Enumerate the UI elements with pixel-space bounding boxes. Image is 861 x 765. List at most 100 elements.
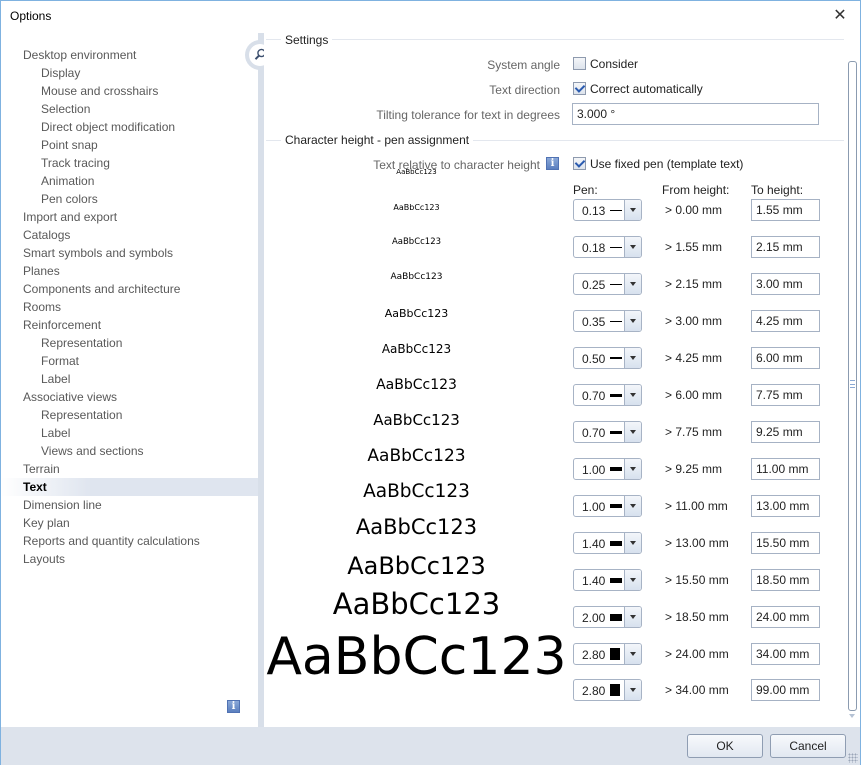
sidebar-item[interactable]: Desktop environment <box>23 46 136 64</box>
sidebar-item[interactable]: Text <box>1 478 258 496</box>
consider-checkbox[interactable] <box>573 57 586 70</box>
chevron-down-icon[interactable] <box>624 311 641 331</box>
pen-thickness-swatch <box>610 393 622 397</box>
scroll-down-arrow[interactable] <box>849 714 855 718</box>
info-icon[interactable]: i <box>227 700 240 713</box>
tilting-tolerance-label: Tilting tolerance for text in degrees <box>376 108 560 122</box>
to-height-input[interactable]: 4.25 mm <box>751 310 820 332</box>
sidebar-item[interactable]: Components and architecture <box>23 280 180 298</box>
sidebar-item[interactable]: Import and export <box>23 208 117 226</box>
to-height-input[interactable]: 6.00 mm <box>751 347 820 369</box>
resize-grip[interactable] <box>848 753 858 763</box>
sidebar-item[interactable]: Representation <box>41 334 122 352</box>
use-fixed-pen-checkbox[interactable] <box>573 157 586 170</box>
sidebar-item[interactable]: Key plan <box>23 514 70 532</box>
consider-label[interactable]: Consider <box>590 57 638 71</box>
to-height-input[interactable]: 18.50 mm <box>751 569 820 591</box>
to-height-input[interactable]: 34.00 mm <box>751 643 820 665</box>
correct-automatically-label[interactable]: Correct automatically <box>590 82 703 96</box>
cancel-button[interactable]: Cancel <box>770 734 846 758</box>
scrollbar-thumb[interactable] <box>848 61 857 711</box>
chevron-down-icon[interactable] <box>624 459 641 479</box>
to-height-input[interactable]: 3.00 mm <box>751 273 820 295</box>
pen-dropdown[interactable]: 2.00 <box>573 606 642 628</box>
to-height-input[interactable]: 15.50 mm <box>751 532 820 554</box>
use-fixed-pen-label[interactable]: Use fixed pen (template text) <box>590 157 743 171</box>
chevron-down-icon[interactable] <box>624 644 641 664</box>
sidebar-item[interactable]: Point snap <box>41 136 98 154</box>
pen-value: 1.00 <box>582 463 606 477</box>
pen-dropdown[interactable]: 1.40 <box>573 532 642 554</box>
title-bar: Options ✕ <box>1 1 860 33</box>
sidebar-item[interactable]: Associative views <box>23 388 117 406</box>
sidebar-item[interactable]: Mouse and crosshairs <box>41 82 158 100</box>
pen-thickness-swatch <box>610 357 622 359</box>
character-height-sample: AaBbCc123 <box>367 445 466 466</box>
sidebar-item[interactable]: Display <box>41 64 80 82</box>
sidebar-item[interactable]: Views and sections <box>41 442 144 460</box>
sidebar-item[interactable]: Layouts <box>23 550 65 568</box>
sidebar-item[interactable]: Rooms <box>23 298 61 316</box>
pen-dropdown[interactable]: 0.35 <box>573 310 642 332</box>
from-height-value: > 6.00 mm <box>665 388 723 402</box>
character-height-sample: AaBbCc123 <box>376 377 457 394</box>
chevron-down-icon[interactable] <box>624 422 641 442</box>
pen-dropdown[interactable]: 0.50 <box>573 347 642 369</box>
from-height-value: > 18.50 mm <box>665 610 729 624</box>
sidebar-item[interactable]: Catalogs <box>23 226 70 244</box>
chevron-down-icon[interactable] <box>624 570 641 590</box>
sidebar-item[interactable]: Pen colors <box>41 190 98 208</box>
sidebar-item[interactable]: Reinforcement <box>23 316 101 334</box>
vertical-scrollbar[interactable] <box>846 61 859 721</box>
sidebar-item[interactable]: Format <box>41 352 79 370</box>
to-height-input[interactable]: 99.00 mm <box>751 679 820 701</box>
chevron-down-icon[interactable] <box>624 237 641 257</box>
pen-dropdown[interactable]: 0.13 <box>573 199 642 221</box>
sidebar-item[interactable]: Dimension line <box>23 496 102 514</box>
sidebar-item[interactable]: Representation <box>41 406 122 424</box>
pen-dropdown[interactable]: 1.40 <box>573 569 642 591</box>
pen-dropdown[interactable]: 0.70 <box>573 421 642 443</box>
pen-dropdown[interactable]: 0.25 <box>573 273 642 295</box>
pen-dropdown[interactable]: 2.80 <box>573 643 642 665</box>
chevron-down-icon[interactable] <box>624 200 641 220</box>
correct-automatically-checkbox[interactable] <box>573 82 586 95</box>
tilting-tolerance-input[interactable]: 3.000 ° <box>572 103 819 125</box>
chevron-down-icon[interactable] <box>624 348 641 368</box>
from-height-value: > 13.00 mm <box>665 536 729 550</box>
sidebar-item[interactable]: Direct object modification <box>41 118 175 136</box>
chevron-down-icon[interactable] <box>624 496 641 516</box>
pen-dropdown[interactable]: 1.00 <box>573 458 642 480</box>
sidebar-item[interactable]: Track tracing <box>41 154 110 172</box>
to-height-input[interactable]: 9.25 mm <box>751 421 820 443</box>
to-height-input[interactable]: 2.15 mm <box>751 236 820 258</box>
pen-dropdown[interactable]: 0.70 <box>573 384 642 406</box>
to-height-column-header: To height: <box>751 183 804 197</box>
options-tree: i Desktop environment Display Mouse and cr… <box>1 33 258 727</box>
sidebar-item[interactable]: Smart symbols and symbols <box>23 244 173 262</box>
to-height-input[interactable]: 7.75 mm <box>751 384 820 406</box>
info-icon[interactable]: i <box>546 157 559 170</box>
chevron-down-icon[interactable] <box>624 274 641 294</box>
pen-dropdown[interactable]: 1.00 <box>573 495 642 517</box>
to-height-input[interactable]: 24.00 mm <box>751 606 820 628</box>
chevron-down-icon[interactable] <box>624 680 641 700</box>
to-height-input[interactable]: 11.00 mm <box>751 458 820 480</box>
sidebar-item[interactable]: Label <box>41 370 70 388</box>
chevron-down-icon[interactable] <box>624 607 641 627</box>
close-button[interactable]: ✕ <box>830 6 850 26</box>
sidebar-item[interactable]: Selection <box>41 100 90 118</box>
chevron-down-icon[interactable] <box>624 385 641 405</box>
sidebar-item[interactable]: Animation <box>41 172 94 190</box>
to-height-input[interactable]: 1.55 mm <box>751 199 820 221</box>
sidebar-item[interactable]: Reports and quantity calculations <box>23 532 200 550</box>
pen-dropdown[interactable]: 0.18 <box>573 236 642 258</box>
pen-dropdown[interactable]: 2.80 <box>573 679 642 701</box>
to-height-input[interactable]: 13.00 mm <box>751 495 820 517</box>
sidebar-item[interactable]: Planes <box>23 262 60 280</box>
ok-button[interactable]: OK <box>687 734 763 758</box>
character-height-sample: AaBbCc123 <box>363 480 470 502</box>
sidebar-item[interactable]: Terrain <box>23 460 60 478</box>
chevron-down-icon[interactable] <box>624 533 641 553</box>
sidebar-item[interactable]: Label <box>41 424 70 442</box>
